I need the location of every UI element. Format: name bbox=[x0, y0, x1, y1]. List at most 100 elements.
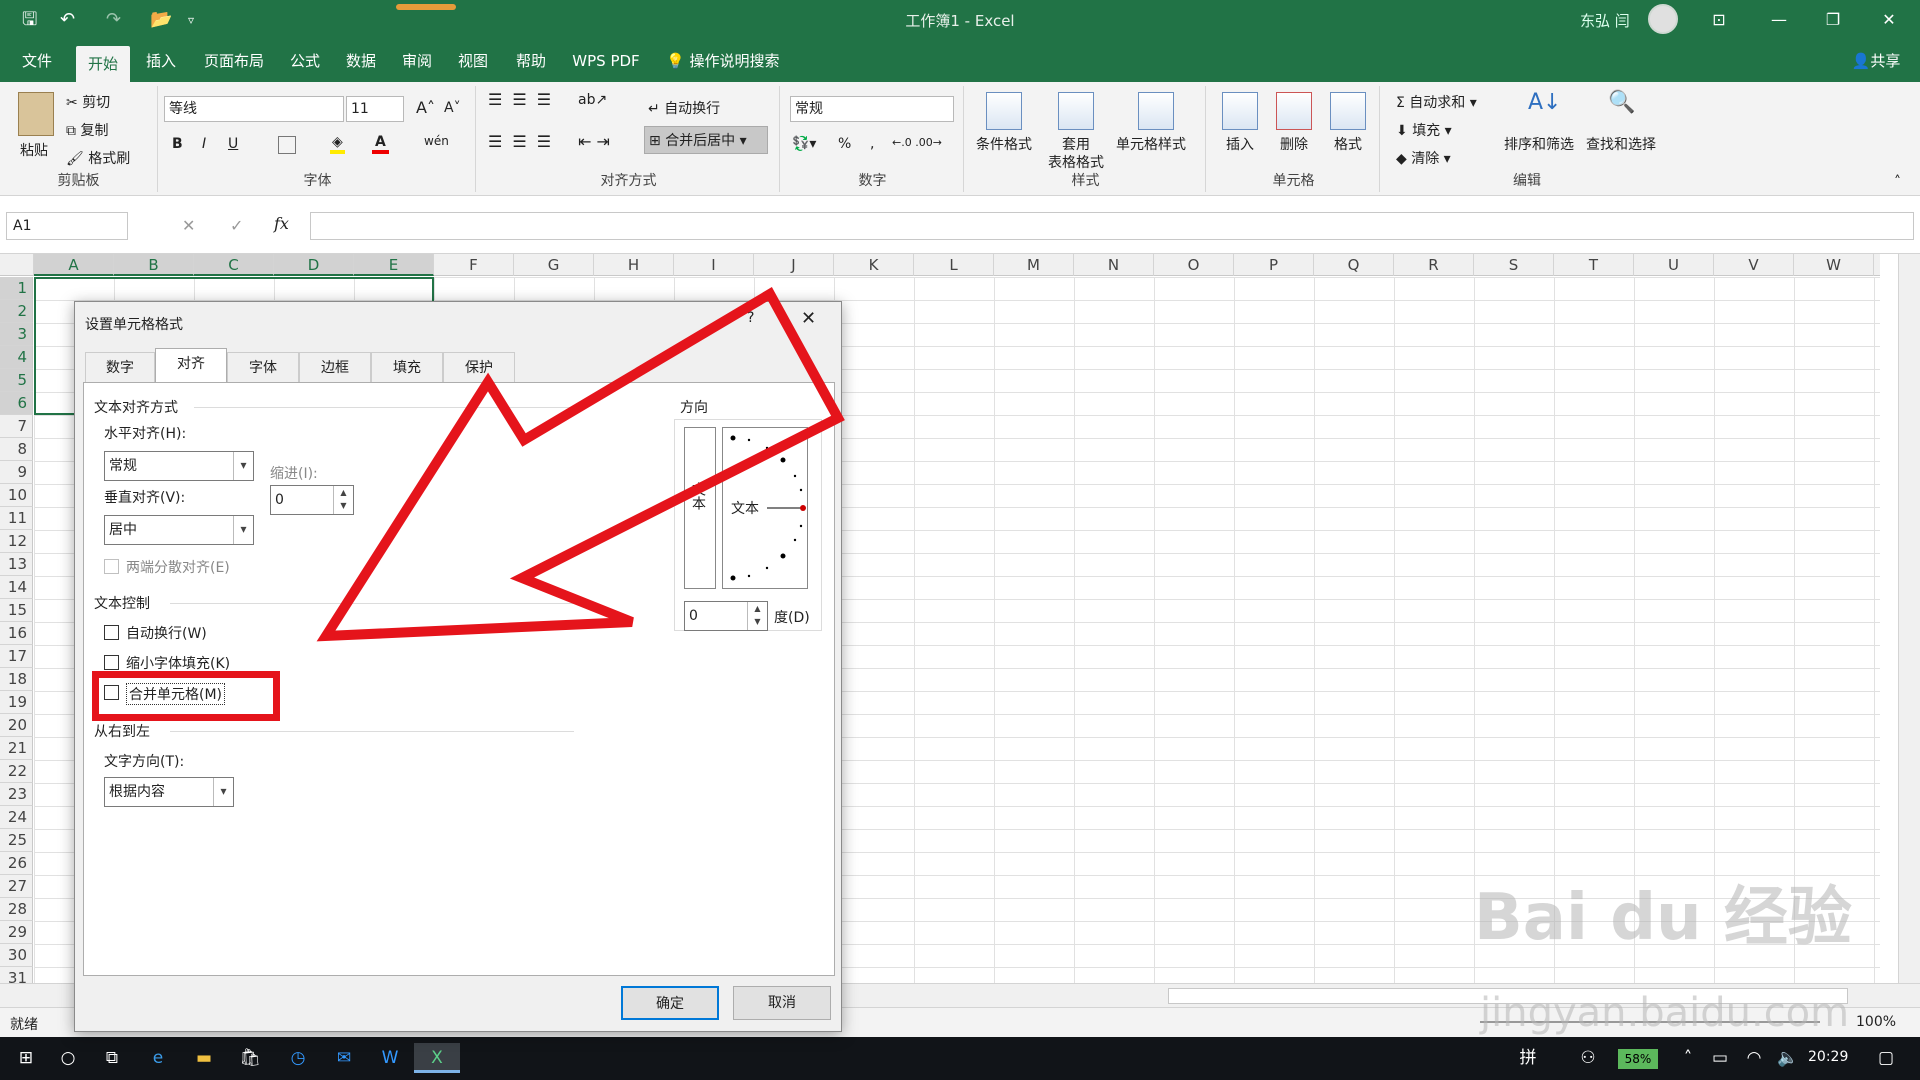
column-header[interactable]: V bbox=[1714, 254, 1794, 276]
row-header[interactable]: 25 bbox=[0, 829, 33, 852]
row-header[interactable]: 15 bbox=[0, 599, 33, 622]
windows-start-icon[interactable]: ⊞ bbox=[8, 1043, 44, 1073]
row-header[interactable]: 18 bbox=[0, 668, 33, 691]
ime-indicator[interactable]: 拼 bbox=[1510, 1043, 1546, 1073]
row-header[interactable]: 14 bbox=[0, 576, 33, 599]
fill-color-icon[interactable]: ◈ bbox=[330, 134, 345, 154]
file-explorer-icon[interactable]: ▬ bbox=[186, 1043, 222, 1073]
column-header[interactable]: H bbox=[594, 254, 674, 276]
italic-button[interactable]: I bbox=[202, 136, 206, 152]
row-header[interactable]: 27 bbox=[0, 875, 33, 898]
tab-help[interactable]: 帮助 bbox=[508, 40, 554, 82]
wrap-text-checkbox[interactable] bbox=[104, 625, 119, 640]
horizontal-align-select[interactable]: 常规 ▾ bbox=[104, 451, 254, 481]
shrink-font-icon[interactable]: A˅ bbox=[444, 100, 461, 116]
insert-function-button[interactable]: fx bbox=[274, 214, 289, 233]
row-header[interactable]: 11 bbox=[0, 507, 33, 530]
conditional-format-icon[interactable] bbox=[986, 92, 1022, 130]
border-icon[interactable] bbox=[278, 136, 296, 154]
column-header[interactable]: G bbox=[514, 254, 594, 276]
column-header[interactable]: O bbox=[1154, 254, 1234, 276]
chevron-up-icon[interactable]: ˄ bbox=[1670, 1043, 1706, 1073]
enter-formula-icon[interactable]: ✓ bbox=[230, 216, 243, 235]
notification-icon[interactable]: ▢ bbox=[1868, 1043, 1904, 1073]
decimal-icons[interactable]: ←.0 .00→ bbox=[892, 136, 942, 149]
column-header[interactable]: K bbox=[834, 254, 914, 276]
table-format-label-2[interactable]: 表格格式 bbox=[1048, 152, 1104, 172]
autosum-button[interactable]: Σ 自动求和 ▾ bbox=[1396, 92, 1477, 112]
tab-page-layout[interactable]: 页面布局 bbox=[194, 40, 274, 82]
column-header[interactable]: U bbox=[1634, 254, 1714, 276]
row-header[interactable]: 29 bbox=[0, 921, 33, 944]
conditional-format-button[interactable]: 条件格式 bbox=[976, 134, 1032, 154]
battery-icon[interactable]: ▭ bbox=[1702, 1043, 1738, 1073]
formula-input[interactable] bbox=[310, 212, 1914, 240]
cancel-button[interactable]: 取消 bbox=[733, 986, 831, 1020]
delete-cells-icon[interactable] bbox=[1276, 92, 1312, 130]
paste-icon[interactable] bbox=[18, 92, 54, 136]
row-header[interactable]: 5 bbox=[0, 369, 33, 392]
column-header[interactable]: Q bbox=[1314, 254, 1394, 276]
sort-filter-button[interactable]: 排序和筛选 bbox=[1504, 134, 1574, 154]
row-header[interactable]: 3 bbox=[0, 323, 33, 346]
volume-icon[interactable]: 🔈 bbox=[1770, 1043, 1806, 1073]
insert-cells-icon[interactable] bbox=[1222, 92, 1258, 130]
tab-border[interactable]: 边框 bbox=[299, 352, 371, 382]
column-header[interactable]: T bbox=[1554, 254, 1634, 276]
minimize-button[interactable]: — bbox=[1756, 4, 1802, 36]
indent-spinner[interactable]: 0 ▲ ▼ bbox=[270, 485, 354, 515]
bold-button[interactable]: B bbox=[172, 136, 183, 152]
find-select-icon[interactable]: 🔍 bbox=[1608, 90, 1635, 115]
avatar[interactable] bbox=[1648, 4, 1678, 34]
row-header[interactable]: 21 bbox=[0, 737, 33, 760]
restore-button[interactable]: ❐ bbox=[1810, 4, 1856, 36]
row-header[interactable]: 12 bbox=[0, 530, 33, 553]
row-header[interactable]: 4 bbox=[0, 346, 33, 369]
column-header[interactable]: E bbox=[354, 254, 434, 276]
column-header[interactable]: N bbox=[1074, 254, 1154, 276]
excel-taskbar-icon[interactable]: X bbox=[414, 1043, 460, 1073]
clock-app-icon[interactable]: ◷ bbox=[280, 1043, 316, 1073]
task-view-icon[interactable]: ⧉ bbox=[94, 1043, 130, 1073]
number-format-select[interactable]: 常规 bbox=[790, 96, 954, 122]
store-icon[interactable]: 🛍 bbox=[232, 1043, 268, 1073]
percent-button[interactable]: % bbox=[838, 136, 851, 152]
row-header[interactable]: 19 bbox=[0, 691, 33, 714]
currency-icon[interactable]: 💱▾ bbox=[792, 136, 816, 152]
zoom-level[interactable]: 100% bbox=[1856, 1014, 1896, 1030]
ok-button[interactable]: 确定 bbox=[621, 986, 719, 1020]
tab-insert[interactable]: 插入 bbox=[138, 40, 184, 82]
row-header[interactable]: 17 bbox=[0, 645, 33, 668]
word-icon[interactable]: W bbox=[372, 1043, 408, 1073]
horizontal-align-icons[interactable]: ☰☰☰ bbox=[488, 132, 561, 151]
format-painter-button[interactable]: 🖌 格式刷 bbox=[66, 148, 130, 168]
search-icon[interactable]: ○ bbox=[50, 1043, 86, 1073]
tab-number[interactable]: 数字 bbox=[85, 352, 155, 382]
tab-view[interactable]: 视图 bbox=[450, 40, 496, 82]
row-header[interactable]: 2 bbox=[0, 300, 33, 323]
distributed-checkbox[interactable] bbox=[104, 559, 119, 574]
share-button[interactable]: 👤共享 bbox=[1836, 40, 1916, 82]
mail-icon[interactable]: ✉ bbox=[326, 1043, 362, 1073]
copy-button[interactable]: ⧉ 复制 bbox=[66, 120, 108, 140]
select-all-corner[interactable] bbox=[0, 254, 34, 276]
column-header[interactable]: D bbox=[274, 254, 354, 276]
vertical-align-icons[interactable]: ☰☰☰ bbox=[488, 90, 561, 109]
row-header[interactable]: 23 bbox=[0, 783, 33, 806]
degrees-spinner[interactable]: 0 ▲ ▼ bbox=[684, 601, 768, 631]
dialog-close-button[interactable]: ✕ bbox=[801, 308, 816, 329]
column-header[interactable]: C bbox=[194, 254, 274, 276]
format-cells-button[interactable]: 格式 bbox=[1334, 134, 1362, 154]
row-header[interactable]: 20 bbox=[0, 714, 33, 737]
font-color-icon[interactable]: A bbox=[372, 134, 389, 154]
table-format-label-1[interactable]: 套用 bbox=[1062, 134, 1090, 154]
vertical-scrollbar[interactable] bbox=[1898, 254, 1920, 983]
row-header[interactable]: 7 bbox=[0, 415, 33, 438]
delete-cells-button[interactable]: 删除 bbox=[1280, 134, 1308, 154]
collapse-ribbon-icon[interactable]: ˄ bbox=[1894, 174, 1901, 190]
row-header[interactable]: 6 bbox=[0, 392, 33, 415]
row-header[interactable]: 1 bbox=[0, 277, 33, 300]
ribbon-display-icon[interactable]: ⊡ bbox=[1696, 4, 1742, 36]
row-header[interactable]: 16 bbox=[0, 622, 33, 645]
grow-font-icon[interactable]: A˄ bbox=[416, 98, 435, 117]
